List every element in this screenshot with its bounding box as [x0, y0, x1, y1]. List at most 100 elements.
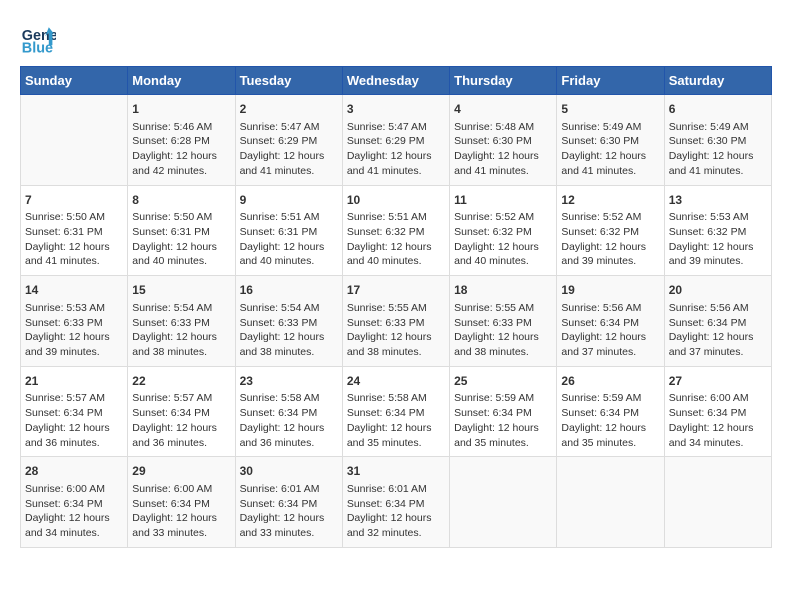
calendar-cell: 31 Sunrise: 6:01 AMSunset: 6:34 PMDayligh…: [342, 457, 449, 548]
day-number: 13: [669, 192, 767, 209]
calendar-cell: 12Sunrise: 5:52 AMSunset: 6:32 PMDayligh…: [557, 185, 664, 276]
calendar-cell: 11Sunrise: 5:52 AMSunset: 6:32 PMDayligh…: [450, 185, 557, 276]
day-number: 3: [347, 101, 445, 118]
day-info: Sunrise: 6:01 AMSunset: 6:34 PMDaylight:…: [240, 482, 338, 541]
day-info: Sunrise: 5:52 AMSunset: 6:32 PMDaylight:…: [454, 210, 552, 269]
calendar-cell: 23Sunrise: 5:58 AMSunset: 6:34 PMDayligh…: [235, 366, 342, 457]
day-info: Sunrise: 5:50 AMSunset: 6:31 PMDaylight:…: [132, 210, 230, 269]
calendar-cell: 13Sunrise: 5:53 AMSunset: 6:32 PMDayligh…: [664, 185, 771, 276]
day-number: 17: [347, 282, 445, 299]
day-header-wednesday: Wednesday: [342, 67, 449, 95]
calendar-cell: 10Sunrise: 5:51 AMSunset: 6:32 PMDayligh…: [342, 185, 449, 276]
day-info: Sunrise: 6:00 AMSunset: 6:34 PMDaylight:…: [25, 482, 123, 541]
day-info: Sunrise: 6:00 AMSunset: 6:34 PMDaylight:…: [669, 391, 767, 450]
calendar-cell: 17 Sunrise: 5:55 AMSunset: 6:33 PMDayligh…: [342, 276, 449, 367]
day-info: Sunrise: 6:00 AMSunset: 6:34 PMDaylight:…: [132, 482, 230, 541]
calendar-cell: [21, 95, 128, 186]
week-row-3: 14 Sunrise: 5:53 AMSunset: 6:33 PMDayligh…: [21, 276, 772, 367]
day-info: Sunrise: 5:46 AMSunset: 6:28 PMDaylight:…: [132, 120, 230, 179]
day-number: 16: [240, 282, 338, 299]
calendar-cell: 28 Sunrise: 6:00 AMSunset: 6:34 PMDayligh…: [21, 457, 128, 548]
day-info: Sunrise: 5:48 AMSunset: 6:30 PMDaylight:…: [454, 120, 552, 179]
calendar-cell: [557, 457, 664, 548]
day-info: Sunrise: 5:50 AMSunset: 6:31 PMDaylight:…: [25, 210, 123, 269]
calendar-cell: 30 Sunrise: 6:01 AMSunset: 6:34 PMDayligh…: [235, 457, 342, 548]
day-info: Sunrise: 5:53 AMSunset: 6:33 PMDaylight:…: [25, 301, 123, 360]
day-info: Sunrise: 5:55 AMSunset: 6:33 PMDaylight:…: [347, 301, 445, 360]
day-info: Sunrise: 6:01 AMSunset: 6:34 PMDaylight:…: [347, 482, 445, 541]
day-number: 30: [240, 463, 338, 480]
day-info: Sunrise: 5:53 AMSunset: 6:32 PMDaylight:…: [669, 210, 767, 269]
day-info: Sunrise: 5:59 AMSunset: 6:34 PMDaylight:…: [454, 391, 552, 450]
day-info: Sunrise: 5:52 AMSunset: 6:32 PMDaylight:…: [561, 210, 659, 269]
day-number: 9: [240, 192, 338, 209]
week-row-4: 21Sunrise: 5:57 AMSunset: 6:34 PMDayligh…: [21, 366, 772, 457]
calendar-cell: 21Sunrise: 5:57 AMSunset: 6:34 PMDayligh…: [21, 366, 128, 457]
day-info: Sunrise: 5:51 AMSunset: 6:32 PMDaylight:…: [347, 210, 445, 269]
calendar-cell: 19Sunrise: 5:56 AMSunset: 6:34 PMDayligh…: [557, 276, 664, 367]
calendar-cell: 18Sunrise: 5:55 AMSunset: 6:33 PMDayligh…: [450, 276, 557, 367]
day-info: Sunrise: 5:58 AMSunset: 6:34 PMDaylight:…: [347, 391, 445, 450]
day-number: 28: [25, 463, 123, 480]
calendar-cell: 5 Sunrise: 5:49 AMSunset: 6:30 PMDaylight…: [557, 95, 664, 186]
calendar-cell: 3 Sunrise: 5:47 AMSunset: 6:29 PMDaylight…: [342, 95, 449, 186]
day-number: 26: [561, 373, 659, 390]
calendar-cell: 24Sunrise: 5:58 AMSunset: 6:34 PMDayligh…: [342, 366, 449, 457]
calendar-cell: 8Sunrise: 5:50 AMSunset: 6:31 PMDaylight…: [128, 185, 235, 276]
calendar-table: SundayMondayTuesdayWednesdayThursdayFrid…: [20, 66, 772, 548]
day-header-tuesday: Tuesday: [235, 67, 342, 95]
day-number: 4: [454, 101, 552, 118]
calendar-cell: 9Sunrise: 5:51 AMSunset: 6:31 PMDaylight…: [235, 185, 342, 276]
week-row-1: 1 Sunrise: 5:46 AMSunset: 6:28 PMDaylight…: [21, 95, 772, 186]
calendar-cell: 16 Sunrise: 5:54 AMSunset: 6:33 PMDayligh…: [235, 276, 342, 367]
day-info: Sunrise: 5:47 AMSunset: 6:29 PMDaylight:…: [240, 120, 338, 179]
day-number: 29: [132, 463, 230, 480]
day-info: Sunrise: 5:49 AMSunset: 6:30 PMDaylight:…: [669, 120, 767, 179]
day-header-saturday: Saturday: [664, 67, 771, 95]
day-number: 7: [25, 192, 123, 209]
calendar-cell: 22Sunrise: 5:57 AMSunset: 6:34 PMDayligh…: [128, 366, 235, 457]
day-number: 5: [561, 101, 659, 118]
day-number: 21: [25, 373, 123, 390]
day-info: Sunrise: 5:57 AMSunset: 6:34 PMDaylight:…: [132, 391, 230, 450]
day-number: 8: [132, 192, 230, 209]
day-info: Sunrise: 5:47 AMSunset: 6:29 PMDaylight:…: [347, 120, 445, 179]
day-info: Sunrise: 5:54 AMSunset: 6:33 PMDaylight:…: [240, 301, 338, 360]
day-header-thursday: Thursday: [450, 67, 557, 95]
day-number: 12: [561, 192, 659, 209]
calendar-cell: 29 Sunrise: 6:00 AMSunset: 6:34 PMDayligh…: [128, 457, 235, 548]
day-number: 23: [240, 373, 338, 390]
logo: General Blue: [20, 20, 60, 56]
day-info: Sunrise: 5:58 AMSunset: 6:34 PMDaylight:…: [240, 391, 338, 450]
day-info: Sunrise: 5:56 AMSunset: 6:34 PMDaylight:…: [669, 301, 767, 360]
day-number: 24: [347, 373, 445, 390]
day-number: 22: [132, 373, 230, 390]
day-info: Sunrise: 5:49 AMSunset: 6:30 PMDaylight:…: [561, 120, 659, 179]
day-info: Sunrise: 5:59 AMSunset: 6:34 PMDaylight:…: [561, 391, 659, 450]
calendar-cell: 27Sunrise: 6:00 AMSunset: 6:34 PMDayligh…: [664, 366, 771, 457]
calendar-cell: 26Sunrise: 5:59 AMSunset: 6:34 PMDayligh…: [557, 366, 664, 457]
day-header-friday: Friday: [557, 67, 664, 95]
day-info: Sunrise: 5:57 AMSunset: 6:34 PMDaylight:…: [25, 391, 123, 450]
week-row-2: 7Sunrise: 5:50 AMSunset: 6:31 PMDaylight…: [21, 185, 772, 276]
day-number: 14: [25, 282, 123, 299]
day-number: 6: [669, 101, 767, 118]
calendar-cell: 25Sunrise: 5:59 AMSunset: 6:34 PMDayligh…: [450, 366, 557, 457]
calendar-cell: [450, 457, 557, 548]
day-header-sunday: Sunday: [21, 67, 128, 95]
calendar-cell: 7Sunrise: 5:50 AMSunset: 6:31 PMDaylight…: [21, 185, 128, 276]
day-info: Sunrise: 5:54 AMSunset: 6:33 PMDaylight:…: [132, 301, 230, 360]
day-number: 1: [132, 101, 230, 118]
day-info: Sunrise: 5:51 AMSunset: 6:31 PMDaylight:…: [240, 210, 338, 269]
day-number: 18: [454, 282, 552, 299]
calendar-header-row: SundayMondayTuesdayWednesdayThursdayFrid…: [21, 67, 772, 95]
day-number: 25: [454, 373, 552, 390]
calendar-cell: 4 Sunrise: 5:48 AMSunset: 6:30 PMDaylight…: [450, 95, 557, 186]
day-header-monday: Monday: [128, 67, 235, 95]
day-number: 20: [669, 282, 767, 299]
week-row-5: 28 Sunrise: 6:00 AMSunset: 6:34 PMDayligh…: [21, 457, 772, 548]
day-number: 31: [347, 463, 445, 480]
calendar-cell: 20 Sunrise: 5:56 AMSunset: 6:34 PMDayligh…: [664, 276, 771, 367]
calendar-cell: 15Sunrise: 5:54 AMSunset: 6:33 PMDayligh…: [128, 276, 235, 367]
day-number: 19: [561, 282, 659, 299]
